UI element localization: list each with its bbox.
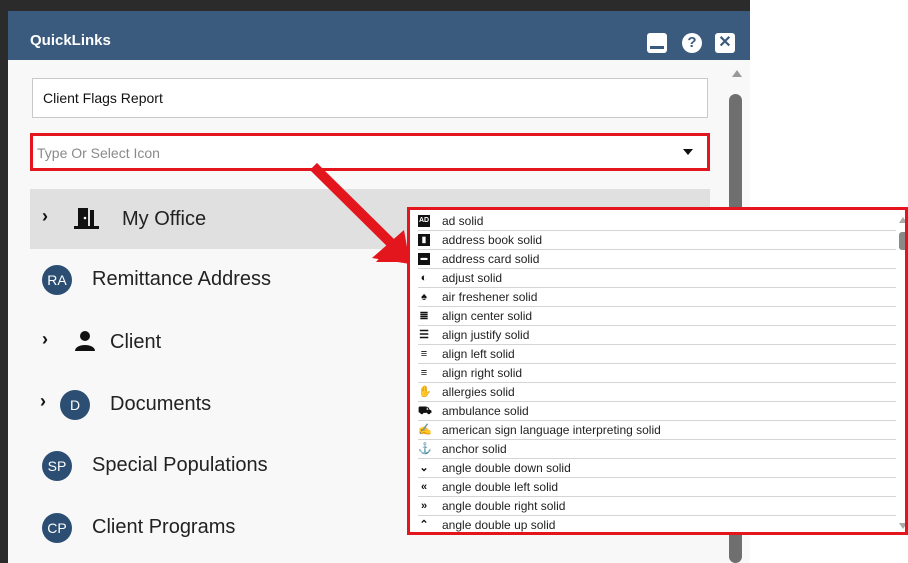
icon-option-label: address card solid [442,252,540,266]
icon-option-label: address book solid [442,233,543,247]
window-frame-top [0,0,750,11]
air-freshener-icon: ♠ [421,291,427,303]
align-right-icon: ≡ [420,367,428,379]
nav-item-label: Remittance Address [92,268,271,290]
ad-icon: AD [418,215,430,227]
icon-option[interactable]: ≡ align right solid [418,364,896,383]
icon-option[interactable]: ▬ address card solid [418,250,896,269]
icon-option[interactable]: ⌃ angle double up solid [418,516,896,532]
nav-item-label: Documents [110,393,212,415]
help-icon[interactable]: ? [682,33,702,53]
scroll-down-icon[interactable] [899,523,905,529]
nav-item-label: My Office [122,208,207,230]
nav-badge: CP [42,513,72,543]
quicklink-name-input[interactable]: Client Flags Report [32,78,708,118]
nav-item-label: Special Populations [92,454,268,476]
ambulance-icon: ⛟ [418,405,432,417]
address-card-icon: ▬ [418,253,430,265]
icon-select[interactable]: Type Or Select Icon [30,133,710,171]
chevron-right-icon[interactable]: › [42,206,48,227]
icon-option[interactable]: ⛟ ambulance solid [418,402,896,421]
icon-select-placeholder: Type Or Select Icon [37,145,160,161]
icon-option[interactable]: ✍ american sign language interpreting so… [418,421,896,440]
icon-option[interactable]: AD ad solid [418,212,896,231]
icon-option-label: air freshener solid [442,290,538,304]
quicklink-name-value: Client Flags Report [43,90,163,106]
adjust-icon: ◐ [420,272,428,284]
nav-item-label: Client [110,331,162,353]
chevron-right-icon[interactable]: › [42,329,48,350]
icon-option-label: angle double left solid [442,480,559,494]
close-icon[interactable]: ✕ [715,33,735,53]
align-justify-icon: ☰ [419,329,429,341]
scroll-up-icon[interactable] [732,70,742,77]
nav-badge: SP [42,451,72,481]
icon-option-label: angle double up solid [442,518,556,532]
icon-option[interactable]: » angle double right solid [418,497,896,516]
icon-option-label: ad solid [442,214,484,228]
angle-double-down-icon: ⌄ [419,462,429,474]
icon-option[interactable]: ◐ adjust solid [418,269,896,288]
minimize-icon[interactable] [647,33,667,53]
asl-icon: ✍ [418,424,432,436]
angle-double-right-icon: » [420,500,428,512]
anchor-icon: ⚓ [418,443,432,455]
office-door-icon [74,208,99,229]
panel-header [8,11,750,60]
icon-option-label: align right solid [442,366,523,380]
address-book-icon: ▮ [418,234,430,246]
icon-option-label: allergies solid [442,385,515,399]
icon-option-label: align left solid [442,347,515,361]
icon-option-label: american sign language interpreting soli… [442,423,661,437]
panel-title: QuickLinks [30,32,111,49]
window-frame-left [0,0,8,563]
icon-dropdown-list[interactable]: AD ad solid ▮ address book solid ▬ addre… [407,207,908,535]
allergies-icon: ✋ [418,386,432,398]
chevron-right-icon[interactable]: › [40,391,46,412]
caret-down-icon[interactable] [683,149,693,155]
icon-option-label: align justify solid [442,328,530,342]
icon-option-label: anchor solid [442,442,507,456]
nav-badge: RA [42,265,72,295]
icon-option[interactable]: ✋ allergies solid [418,383,896,402]
icon-option-label: angle double right solid [442,499,566,513]
icon-option-label: adjust solid [442,271,503,285]
icon-option[interactable]: ☰ align justify solid [418,326,896,345]
icon-option[interactable]: ≣ align center solid [418,307,896,326]
icon-option-label: ambulance solid [442,404,529,418]
icon-option[interactable]: ▮ address book solid [418,231,896,250]
user-icon [75,331,95,351]
angle-double-left-icon: « [420,481,428,493]
icon-option[interactable]: ⌄ angle double down solid [418,459,896,478]
dropdown-scrollbar-thumb[interactable] [899,232,905,250]
icon-option-label: align center solid [442,309,533,323]
scroll-up-icon[interactable] [899,217,905,223]
icon-option[interactable]: ⚓ anchor solid [418,440,896,459]
angle-double-up-icon: ⌃ [419,519,429,531]
icon-option[interactable]: « angle double left solid [418,478,896,497]
nav-badge: D [60,390,90,420]
align-center-icon: ≣ [419,310,429,322]
icon-option-label: angle double down solid [442,461,571,475]
icon-option[interactable]: ≡ align left solid [418,345,896,364]
align-left-icon: ≡ [420,348,428,360]
nav-item-label: Client Programs [92,516,236,538]
icon-option[interactable]: ♠ air freshener solid [418,288,896,307]
